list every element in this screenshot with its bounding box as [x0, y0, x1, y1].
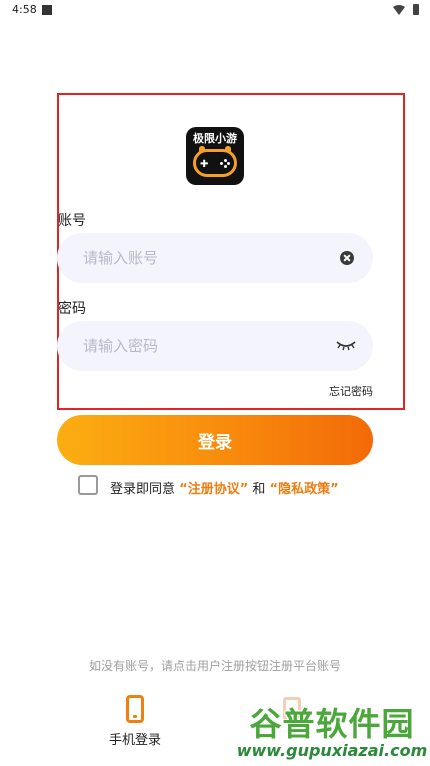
- watermark-url: www.gupuxiazai.com: [236, 741, 428, 760]
- password-label: 密码: [58, 301, 86, 317]
- app-logo: 极限小游 ✚: [186, 127, 244, 185]
- wifi-icon: [393, 5, 405, 15]
- watermark-title: 谷普软件园: [249, 705, 415, 743]
- eye-closed-icon[interactable]: [336, 338, 356, 352]
- agreement-row: 登录即同意 “注册协议” 和 “隐私政策”: [78, 475, 378, 497]
- agreement-text: 登录即同意 “注册协议” 和 “隐私政策”: [110, 478, 339, 497]
- watermark: 谷普软件园 www.gupuxiazai.com: [236, 697, 428, 765]
- account-input[interactable]: [83, 247, 323, 269]
- buttons-icon: [220, 159, 230, 168]
- phone-icon: [126, 695, 144, 723]
- notification-icon: [42, 5, 52, 15]
- agreement-checkbox[interactable]: [78, 475, 98, 495]
- privacy-link[interactable]: “隐私政策”: [270, 482, 339, 497]
- account-field[interactable]: [57, 233, 373, 283]
- battery-icon: [413, 4, 419, 15]
- account-label: 账号: [58, 213, 86, 229]
- forgot-password-link[interactable]: 忘记密码: [329, 383, 373, 399]
- agreement-conjunction: 和: [252, 482, 266, 497]
- terms-link[interactable]: “注册协议”: [179, 482, 248, 497]
- password-input[interactable]: [83, 335, 323, 357]
- password-field[interactable]: [57, 321, 373, 371]
- status-time: 4:58: [12, 3, 37, 16]
- login-button[interactable]: 登录: [57, 415, 373, 465]
- register-hint: 如没有账号，请点击用户注册按钮注册平台账号: [88, 659, 341, 673]
- phone-login-label: 手机登录: [108, 733, 161, 748]
- clear-icon[interactable]: [340, 251, 354, 265]
- dpad-icon: ✚: [200, 159, 209, 170]
- phone-login-button[interactable]: 手机登录: [104, 693, 166, 749]
- logo-text: 极限小游: [193, 132, 237, 145]
- agreement-prefix: 登录即同意: [110, 482, 176, 497]
- status-bar: 4:58: [0, 0, 430, 20]
